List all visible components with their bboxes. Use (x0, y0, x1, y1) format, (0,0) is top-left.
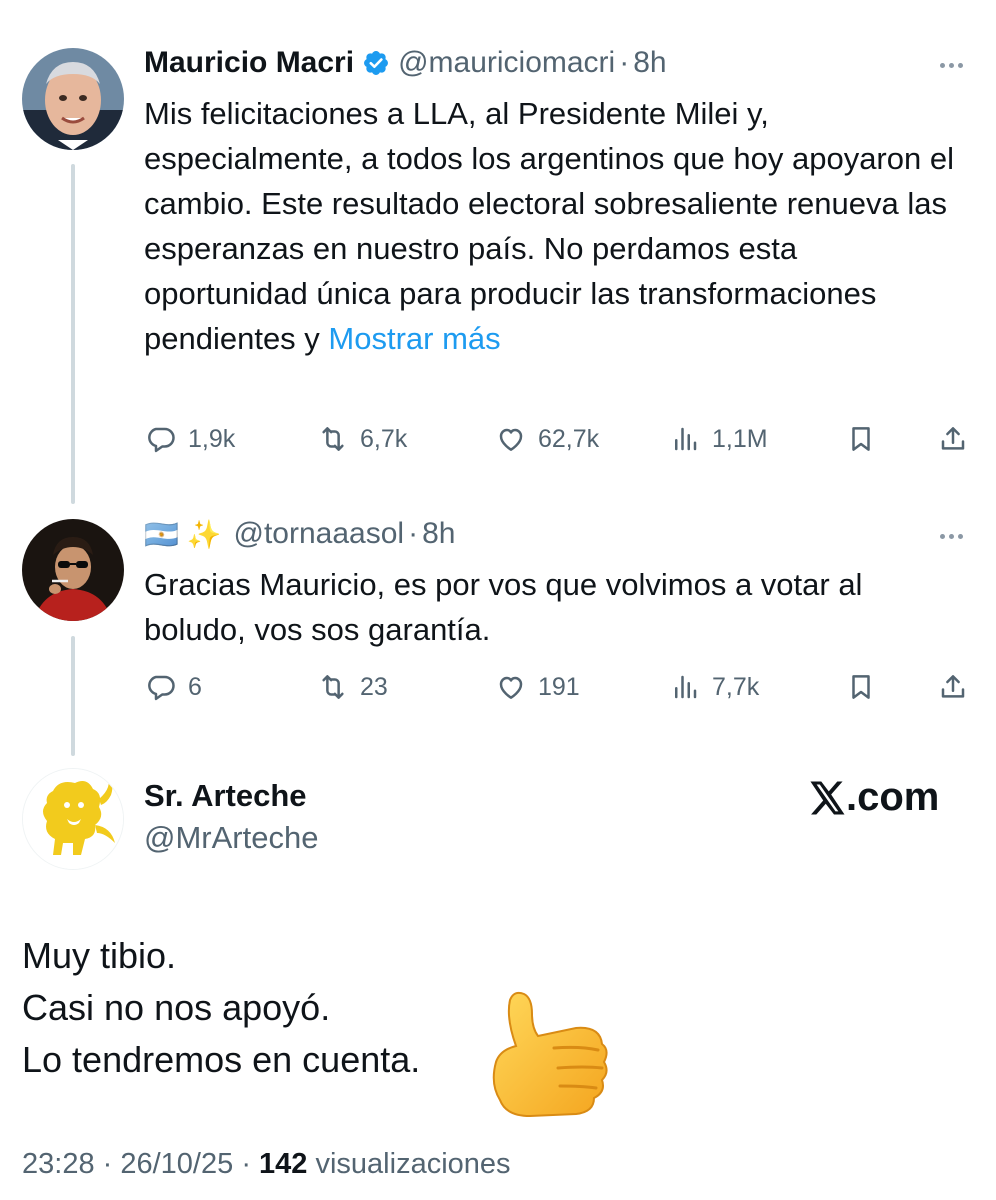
reply-icon (148, 427, 175, 453)
x-logo-glyph (810, 781, 845, 814)
tweet1-time[interactable]: 8h (633, 46, 666, 80)
share-button[interactable] (938, 424, 968, 459)
repost-count: 23 (360, 672, 388, 701)
reply-button[interactable]: 6 (146, 672, 202, 702)
verified-badge-icon (362, 49, 390, 77)
quote-line-2: Casi no nos apoyó. (22, 987, 331, 1028)
post-date[interactable]: 26/10/25 (120, 1148, 233, 1180)
thread-connector (71, 164, 75, 504)
avatar-mrarteche[interactable] (22, 768, 124, 870)
like-count: 191 (538, 672, 580, 701)
views-icon (675, 675, 697, 699)
more-icon[interactable] (940, 63, 963, 68)
views-button[interactable]: 1,1M (670, 424, 768, 454)
repost-count: 6,7k (360, 424, 408, 453)
thread-connector (71, 636, 75, 756)
post-views-count: 142 (259, 1148, 308, 1180)
share-icon (941, 675, 965, 698)
avatar-tornaaasol[interactable] (22, 519, 124, 621)
tweet2-author-name[interactable]: 🇦🇷 ✨ (144, 518, 222, 551)
quote-author-name[interactable]: Sr. Arteche (144, 778, 307, 814)
views-icon (675, 427, 697, 451)
x-domain-text: .com (846, 775, 940, 819)
like-count: 62,7k (538, 424, 600, 453)
tweet2-text: Gracias Mauricio, es por vos que volvimo… (144, 567, 863, 647)
separator-dot: · (102, 1148, 121, 1180)
views-button[interactable]: 7,7k (670, 672, 759, 702)
tweet1-handle[interactable]: @mauriciomacri (398, 46, 615, 80)
like-icon (499, 428, 523, 451)
portrait-image (22, 48, 124, 150)
thumbs-up-icon (476, 988, 612, 1128)
bookmark-icon (852, 427, 870, 451)
avatar-mauriciomacri[interactable] (22, 48, 124, 150)
like-button[interactable]: 191 (496, 672, 580, 702)
reply-button[interactable]: 1,9k (146, 424, 235, 454)
tweet2-time[interactable]: 8h (422, 517, 455, 551)
reply-count: 1,9k (188, 424, 236, 453)
post-views-label: visualizaciones (315, 1148, 511, 1180)
views-count: 7,7k (712, 672, 760, 701)
post-meta: 23:28 · 26/10/25 · 142 visualizaciones (22, 1148, 511, 1181)
x-logo-icon: .com (810, 775, 939, 820)
repost-icon (322, 427, 344, 451)
repost-button[interactable]: 6,7k (318, 424, 407, 454)
quote-line-3: Lo tendremos en cuenta. (22, 1039, 421, 1080)
repost-icon (322, 675, 344, 699)
reply-icon (148, 675, 175, 701)
like-icon (499, 676, 523, 699)
share-icon (941, 427, 965, 450)
tweet1-body: Mis felicitaciones a LLA, al Presidente … (144, 96, 954, 356)
separator-dot: · (619, 46, 630, 79)
portrait-image (22, 519, 124, 621)
more-icon[interactable] (940, 534, 963, 539)
quote-body: Muy tibio. Casi no nos apoyó. Lo tendrem… (22, 930, 420, 1086)
share-button[interactable] (938, 672, 968, 707)
tweet1-header: Mauricio Macri @mauriciomacri · 8h (144, 46, 667, 80)
bookmark-button[interactable] (846, 672, 876, 707)
views-count: 1,1M (712, 424, 768, 453)
quote-line-1: Muy tibio. (22, 935, 177, 976)
separator-dot: · (241, 1148, 260, 1180)
quote-author-handle[interactable]: @MrArteche (144, 820, 318, 856)
tweet1-author-name[interactable]: Mauricio Macri (144, 46, 354, 80)
show-more-link[interactable]: Mostrar más (328, 321, 500, 356)
tweet2-header: 🇦🇷 ✨ @tornaaasol · 8h (144, 517, 455, 551)
like-button[interactable]: 62,7k (496, 424, 599, 454)
bookmark-icon (852, 675, 870, 699)
repost-button[interactable]: 23 (318, 672, 388, 702)
tweet1-text: Mis felicitaciones a LLA, al Presidente … (144, 91, 964, 361)
lion-icon (23, 769, 123, 869)
tweet2-handle[interactable]: @tornaaasol (234, 517, 405, 551)
separator-dot: · (408, 517, 419, 550)
reply-count: 6 (188, 672, 202, 701)
post-time[interactable]: 23:28 (22, 1148, 95, 1180)
bookmark-button[interactable] (846, 424, 876, 459)
